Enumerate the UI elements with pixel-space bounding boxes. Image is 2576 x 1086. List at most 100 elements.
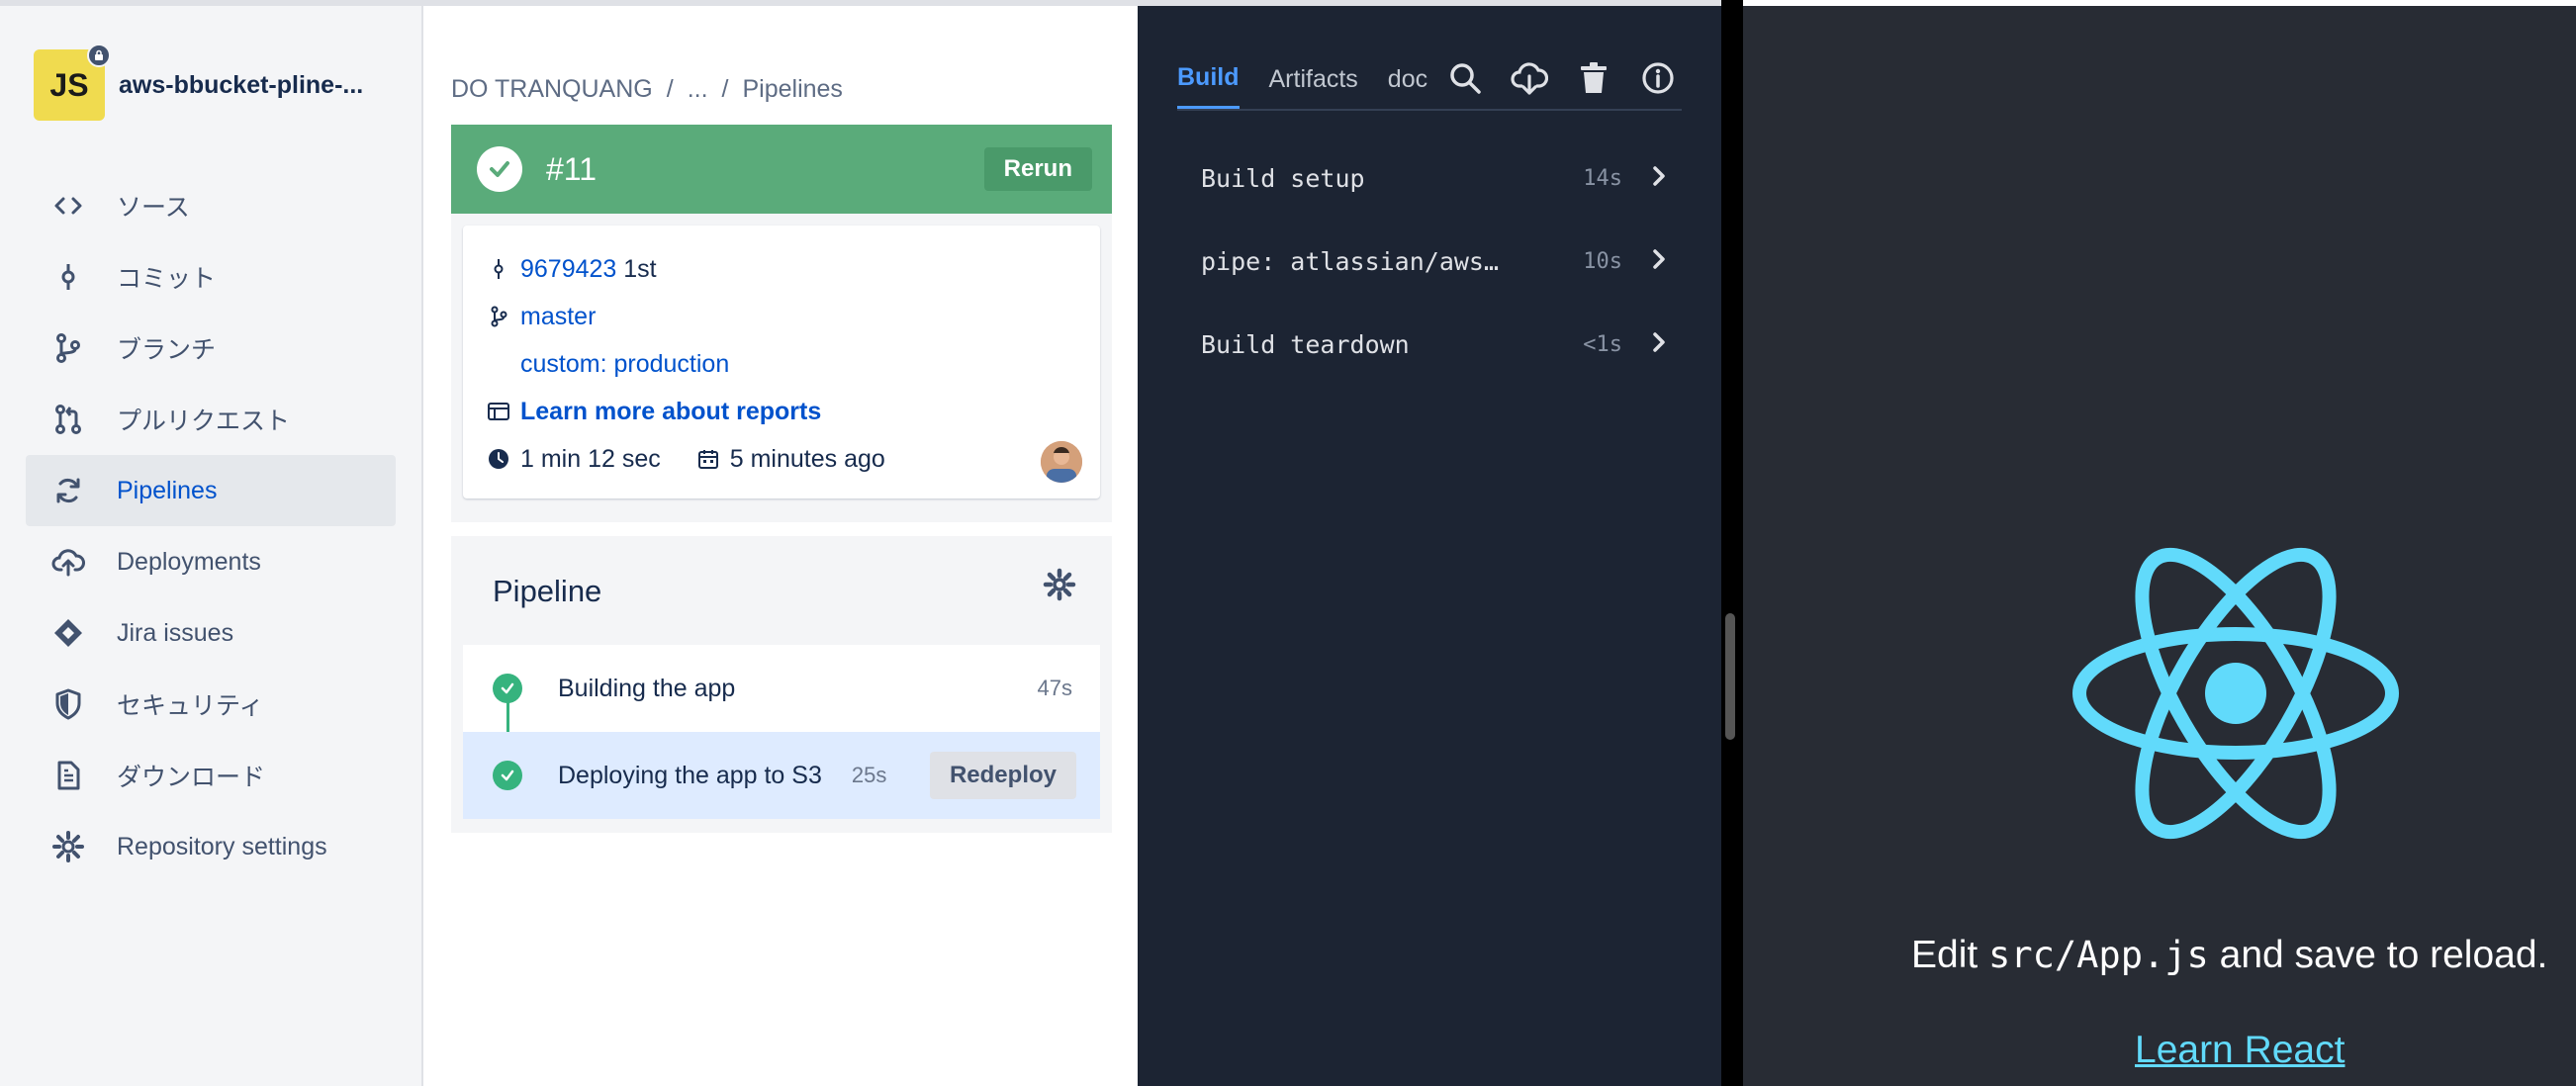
rerun-button[interactable]: Rerun: [983, 147, 1092, 191]
sidebar: JS aws-bbucket-pline-... ソース コミット ブランチ プ…: [0, 6, 423, 1086]
sidebar-item-label: コミット: [117, 265, 217, 293]
sidebar-item-commits[interactable]: コミット: [26, 241, 396, 313]
repo-name: aws-bbucket-pline-...: [119, 70, 364, 99]
scrollbar-thumb[interactable]: [1725, 613, 1735, 740]
report-icon: [487, 402, 510, 421]
download-cloud-icon[interactable]: [1509, 57, 1550, 99]
trigger-row: custom: production: [487, 340, 1076, 388]
edit-instructions: Edit src/App.js and save to reload.: [1911, 934, 2547, 977]
react-logo-icon: [2070, 540, 2402, 852]
commit-message: 1st: [623, 254, 657, 283]
trigger-link[interactable]: custom: production: [520, 350, 729, 379]
logs-tabs: Build Artifacts doc: [1177, 63, 1457, 110]
sidebar-item-deployments[interactable]: Deployments: [26, 526, 396, 597]
clock-icon: [487, 448, 510, 470]
duration-value: 1 min 12 sec: [520, 444, 661, 473]
redeploy-button[interactable]: Redeploy: [929, 752, 1076, 799]
tab-doc[interactable]: doc: [1388, 65, 1427, 108]
step-name: Deploying the app to S3: [558, 761, 822, 789]
success-check-icon: [477, 146, 522, 192]
sidebar-item-label: Deployments: [117, 547, 261, 576]
log-step-name: pipe: atlassian/aws…: [1201, 246, 1500, 276]
step-success-icon: [493, 761, 522, 790]
breadcrumb: DO TRANQUANG /... / Pipelines: [451, 75, 843, 104]
step-duration: 47s: [1037, 676, 1072, 700]
log-step-name: Build setup: [1201, 163, 1365, 193]
sidebar-item-label: プルリクエスト: [117, 407, 291, 435]
chevron-right-icon: [1652, 247, 1666, 276]
sidebar-item-source[interactable]: ソース: [26, 170, 396, 241]
sidebar-item-label: ダウンロード: [117, 764, 266, 791]
trash-icon[interactable]: [1573, 57, 1614, 99]
pipeline-title: Pipeline: [493, 574, 602, 608]
branch-link[interactable]: master: [520, 303, 596, 331]
pipeline-step-selected[interactable]: Deploying the app to S3 25s Redeploy: [463, 732, 1100, 819]
logs-toolbar: [1444, 57, 1702, 99]
edit-code: src/App.js: [1988, 934, 2209, 976]
tab-build[interactable]: Build: [1177, 63, 1240, 110]
sidebar-item-pull-requests[interactable]: プルリクエスト: [26, 384, 396, 455]
breadcrumb-owner[interactable]: DO TRANQUANG: [451, 75, 653, 103]
sidebar-item-label: Jira issues: [117, 618, 234, 647]
pipeline-settings-gear-icon[interactable]: [1043, 568, 1076, 606]
started-time: 5 minutes ago: [696, 445, 885, 474]
commit-hash-link[interactable]: 9679423: [520, 255, 616, 284]
sidebar-item-label: セキュリティ: [117, 692, 264, 720]
log-step-row[interactable]: Build setup 14s: [1201, 148, 1666, 208]
gear-icon: [49, 828, 87, 865]
sidebar-item-pipelines[interactable]: Pipelines: [26, 455, 396, 526]
search-icon[interactable]: [1444, 57, 1486, 99]
log-step-time: 10s: [1583, 248, 1622, 274]
sidebar-item-branches[interactable]: ブランチ: [26, 313, 396, 384]
run-status-bar: #11 Rerun: [451, 125, 1112, 214]
time-row: 1 min 12 sec 5 minutes ago: [487, 435, 1076, 483]
step-duration: 25s: [851, 763, 887, 787]
chevron-right-icon: [1652, 164, 1666, 193]
lock-icon: [87, 44, 111, 67]
user-avatar[interactable]: [1041, 441, 1082, 483]
breadcrumb-separator: /: [721, 75, 729, 103]
repo-avatar: JS: [34, 44, 111, 121]
tab-artifacts[interactable]: Artifacts: [1269, 65, 1358, 108]
jira-icon: [49, 614, 87, 652]
step-success-icon: [493, 674, 522, 703]
repo-avatar-text: JS: [49, 66, 89, 103]
commit-row: 9679423 1st: [487, 245, 1076, 293]
pipeline-step[interactable]: Building the app 47s: [463, 645, 1100, 732]
pull-request-icon: [49, 401, 87, 438]
sidebar-item-label: ブランチ: [117, 336, 217, 364]
code-icon: [49, 187, 87, 225]
info-icon[interactable]: [1637, 57, 1679, 99]
log-step-time: <1s: [1583, 331, 1622, 357]
sidebar-item-repository-settings[interactable]: Repository settings: [26, 811, 396, 882]
repo-header[interactable]: JS aws-bbucket-pline-...: [34, 44, 364, 121]
log-step-name: Build teardown: [1201, 329, 1410, 359]
sidebar-nav: ソース コミット ブランチ プルリクエスト Pipelines Deployme…: [26, 170, 396, 882]
commit-icon: [49, 258, 87, 296]
branch-icon: [487, 306, 510, 327]
pipelines-icon: [49, 472, 87, 509]
reports-row: Learn more about reports: [487, 388, 1076, 435]
pipeline-detail-panel: DO TRANQUANG /... / Pipelines #11 Rerun 967…: [425, 6, 1138, 1086]
tabs-divider: [1177, 109, 1682, 111]
breadcrumb-ellipsis[interactable]: ...: [688, 75, 708, 103]
run-number: #11: [546, 150, 598, 187]
deployments-icon: [49, 543, 87, 581]
react-app-preview: Edit src/App.js and save to reload. Lear…: [1743, 6, 2576, 1086]
learn-more-reports-link[interactable]: Learn more about reports: [520, 398, 821, 426]
pipeline-section: Pipeline Building the app 47s Deploying …: [451, 536, 1112, 833]
sidebar-item-security[interactable]: セキュリティ: [26, 669, 396, 740]
sidebar-item-label: Pipelines: [117, 476, 218, 504]
log-step-row[interactable]: pipe: atlassian/aws… 10s: [1201, 231, 1666, 291]
log-step-row[interactable]: Build teardown <1s: [1201, 315, 1666, 374]
breadcrumb-current[interactable]: Pipelines: [742, 75, 842, 103]
run-info-card: 9679423 1st master custom: production Le…: [463, 226, 1100, 498]
sidebar-item-downloads[interactable]: ダウンロード: [26, 740, 396, 811]
chevron-right-icon: [1652, 330, 1666, 359]
sidebar-item-label: ソース: [117, 194, 190, 222]
download-file-icon: [49, 757, 87, 794]
edit-prefix: Edit: [1911, 934, 1989, 976]
duration: 1 min 12 sec: [487, 445, 661, 474]
sidebar-item-jira-issues[interactable]: Jira issues: [26, 597, 396, 669]
learn-react-link[interactable]: Learn React: [2135, 1029, 2345, 1072]
